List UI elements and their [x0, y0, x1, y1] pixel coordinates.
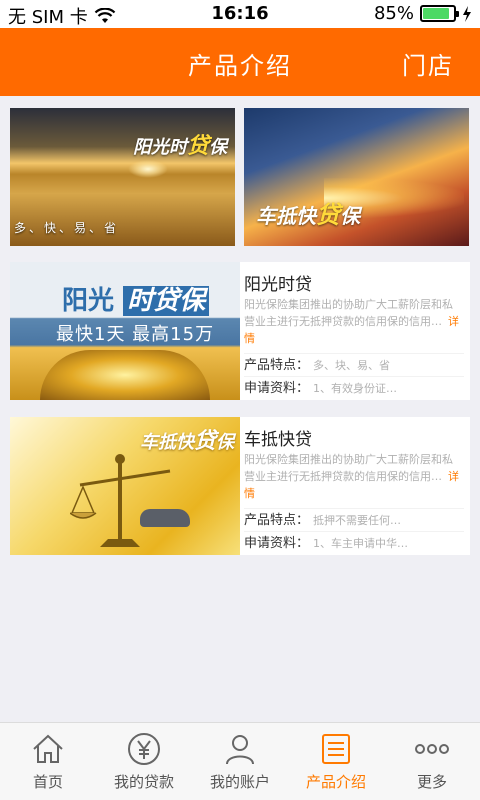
- product-card[interactable]: 车抵快贷保 车抵快贷 阳光保险集团推出的协助广大工薪阶层和私营业主进行无抵押贷款…: [10, 417, 470, 555]
- product-card[interactable]: 阳光 时贷保 最快1天 最高15万 阳光时贷 阳光保险集团推出的协助广大工薪阶层…: [10, 262, 470, 400]
- product-info: 车抵快贷 阳光保险集团推出的协助广大工薪阶层和私营业主进行无抵押贷款的信用保的信…: [244, 417, 470, 555]
- banner-tag-suffix: 保: [340, 204, 360, 228]
- product-image: 车抵快贷保: [10, 417, 240, 555]
- battery-icon: [420, 5, 459, 22]
- description-text: 阳光保险集团推出的协助广大工薪阶层和私营业主进行无抵押贷款的信用保的信用…: [244, 298, 453, 328]
- tab-bar: 首页 我的贷款 我的账户 产品介绍 更多: [0, 722, 480, 800]
- status-bar: 无 SIM 卡 16:16 85%: [0, 0, 480, 28]
- banner-tag-big: 贷: [186, 134, 209, 159]
- image-tag-suffix: 保: [216, 432, 234, 453]
- tab-label: 产品介绍: [305, 773, 366, 791]
- home-icon: [33, 734, 63, 763]
- status-right: 85%: [374, 3, 472, 24]
- tab-label: 我的账户: [209, 773, 270, 791]
- product-name[interactable]: 车抵快贷: [244, 425, 312, 450]
- product-image-subtitle: 最快1天 最高15万: [56, 324, 215, 345]
- image-title-b: 时贷保: [123, 286, 210, 316]
- battery-percent: 85%: [373, 3, 414, 24]
- docs-label: 申请资料：: [244, 381, 310, 396]
- yen-coin-icon: [128, 733, 160, 765]
- feature-label: 产品特点：: [244, 358, 310, 373]
- tab-my-account[interactable]: 我的账户: [192, 723, 288, 800]
- docs-label: 申请资料：: [244, 536, 310, 551]
- tab-label: 我的贷款: [113, 773, 174, 791]
- banner-sunshine-loan[interactable]: 阳光时贷保 多、快、易、省: [10, 108, 235, 246]
- product-image: 阳光 时贷保 最快1天 最高15万: [10, 262, 240, 400]
- banner-tag: 车抵快贷保: [256, 195, 360, 230]
- feature-value: 抵押不需要任何…: [313, 514, 402, 527]
- product-docs-row: 申请资料： 1、有效身份证…: [244, 376, 464, 396]
- more-icon: [415, 744, 449, 754]
- gold-ingots: [40, 350, 210, 400]
- banner-subtitle: 多、快、易、省: [14, 221, 120, 235]
- banner-tag-prefix: 阳光: [132, 137, 169, 158]
- user-icon: [226, 735, 254, 765]
- tab-my-loans[interactable]: 我的贷款: [96, 723, 192, 800]
- charging-icon: [463, 5, 471, 22]
- list-icon: [322, 734, 350, 764]
- product-description: 阳光保险集团推出的协助广大工薪阶层和私营业主进行无抵押贷款的信用保的信用… 详情: [244, 451, 462, 502]
- car-image: [140, 509, 190, 527]
- tab-label: 首页: [32, 773, 63, 791]
- image-title-a: 阳光: [62, 286, 115, 316]
- sun-flare: [128, 160, 168, 178]
- tab-label: 更多: [416, 773, 447, 791]
- balance-scale-icon: [70, 454, 171, 547]
- product-feature-row: 产品特点： 多、块、易、省: [244, 353, 464, 373]
- docs-value: 1、车主申请中华…: [313, 537, 409, 550]
- battery-level: [423, 8, 449, 19]
- tab-more[interactable]: 更多: [384, 723, 480, 800]
- banner-car-loan[interactable]: 车抵快贷保: [244, 108, 469, 246]
- product-description: 阳光保险集团推出的协助广大工薪阶层和私营业主进行无抵押贷款的信用保的信用… 详情: [244, 296, 462, 347]
- product-docs-row: 申请资料： 1、车主申请中华…: [244, 531, 464, 551]
- feature-value: 多、块、易、省: [313, 359, 391, 372]
- banner-tag-prefix: 车抵快: [256, 204, 316, 228]
- product-info: 阳光时贷 阳光保险集团推出的协助广大工薪阶层和私营业主进行无抵押贷款的信用保的信…: [244, 262, 470, 400]
- docs-value: 1、有效身份证…: [313, 382, 398, 395]
- product-image-title: 阳光 时贷保: [62, 280, 210, 317]
- description-text: 阳光保险集团推出的协助广大工薪阶层和私营业主进行无抵押贷款的信用保的信用…: [244, 453, 453, 483]
- product-name[interactable]: 阳光时贷: [244, 270, 312, 295]
- banner-tag-mid: 时: [168, 137, 187, 158]
- image-tag-prefix: 车抵快: [139, 432, 194, 453]
- banner-tag-big: 贷: [316, 201, 340, 229]
- feature-label: 产品特点：: [244, 513, 310, 528]
- tab-home[interactable]: 首页: [0, 723, 96, 800]
- app-header: 产品介绍 门店: [0, 28, 480, 96]
- product-feature-row: 产品特点： 抵押不需要任何…: [244, 508, 464, 528]
- tab-product-intro[interactable]: 产品介绍: [288, 723, 384, 800]
- store-button[interactable]: 门店: [402, 46, 454, 81]
- banner-tag-suffix: 保: [209, 137, 227, 158]
- banner-tag: 阳光时贷保: [133, 128, 227, 160]
